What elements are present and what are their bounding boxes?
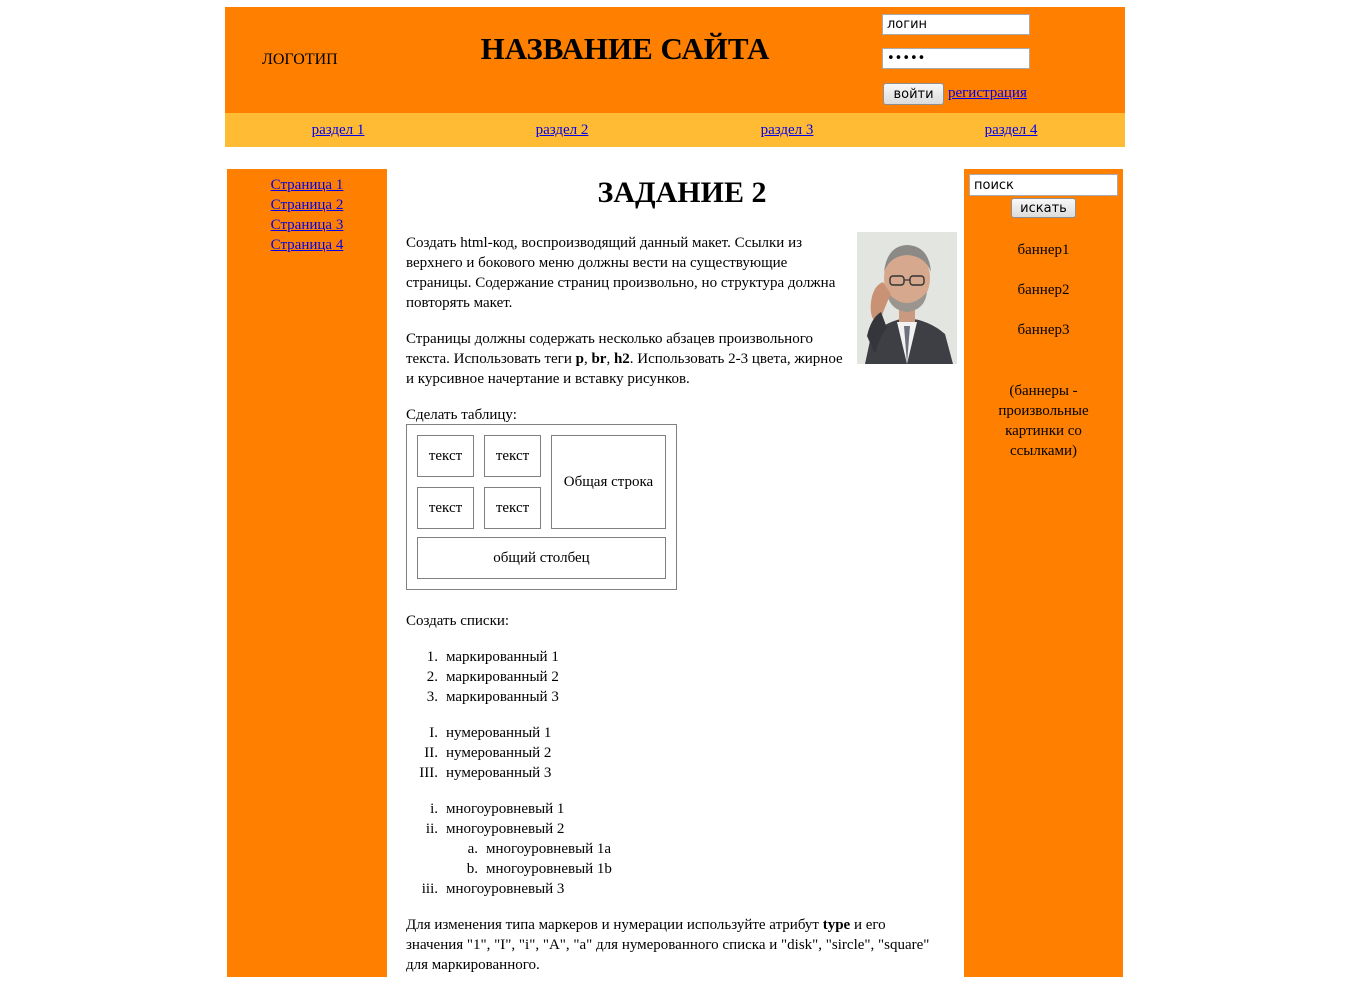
table-merged-row-cell: Общая строка bbox=[551, 435, 666, 529]
page-heading: ЗАДАНИЕ 2 bbox=[597, 176, 767, 209]
side-menu-item: Страница 3 bbox=[227, 217, 387, 237]
lists-intro: Создать списки: bbox=[406, 613, 510, 629]
list-marker: III. bbox=[419, 765, 438, 781]
list-item-text: многоуровневый 1 bbox=[446, 801, 565, 817]
list-types-text-1: Для изменения типа маркеров и нумерации … bbox=[406, 917, 823, 933]
tag-h2: h2 bbox=[613, 351, 630, 367]
nav-link-section-4[interactable]: раздел 4 bbox=[951, 122, 1071, 139]
list-item-text: многоуровневый 1b bbox=[486, 861, 612, 877]
list-item-text: многоуровневый 2 bbox=[446, 821, 565, 837]
table-cell: текст bbox=[484, 435, 541, 477]
list-item-text: маркированный 3 bbox=[446, 689, 559, 705]
search-button[interactable]: искать bbox=[1011, 198, 1076, 218]
type-attribute: type bbox=[822, 917, 851, 933]
tags-paragraph: Страницы должны содержать несколько абза… bbox=[406, 329, 846, 389]
login-input[interactable] bbox=[882, 14, 1030, 35]
list-marker: II. bbox=[424, 745, 438, 761]
table-cell: текст bbox=[484, 487, 541, 529]
portrait-image bbox=[857, 232, 957, 364]
list-item-text: нумерованный 2 bbox=[446, 745, 552, 761]
password-input[interactable] bbox=[882, 48, 1030, 69]
list-marker: i. bbox=[430, 801, 438, 817]
left-sidebar: Страница 1 Страница 2 Страница 3 Страниц… bbox=[227, 169, 387, 977]
nav-link-section-1[interactable]: раздел 1 bbox=[278, 122, 398, 139]
intro-paragraph: Создать html-код, воспроизводящий данный… bbox=[406, 235, 836, 311]
table-cell: текст bbox=[417, 487, 474, 529]
top-nav: раздел 1 раздел 2 раздел 3 раздел 4 bbox=[225, 113, 1125, 147]
list-item-text: нумерованный 3 bbox=[446, 765, 552, 781]
list-marker: 3. bbox=[426, 689, 438, 705]
list-marker: ii. bbox=[425, 821, 438, 837]
site-title-text: НАЗВАНИЕ САЙТА bbox=[480, 31, 770, 66]
main-content: ЗАДАНИЕ 2 Создать html-код, воспроизводя… bbox=[406, 169, 958, 989]
list-marker: 1. bbox=[426, 649, 438, 665]
right-sidebar: искать баннер1 баннер2 баннер3 (баннеры … bbox=[964, 169, 1123, 977]
nav-link-section-3[interactable]: раздел 3 bbox=[727, 122, 847, 139]
side-menu-link-page-1[interactable]: Страница 1 bbox=[271, 177, 344, 193]
banners-note: (баннеры - произвольные картинки со ссыл… bbox=[998, 383, 1089, 459]
side-menu-item: Страница 1 bbox=[227, 177, 387, 197]
tag-p: p bbox=[575, 351, 584, 367]
list-item-text: многоуровневый 3 bbox=[446, 881, 565, 897]
list-item-text: многоуровневый 1а bbox=[486, 841, 612, 857]
side-menu-item: Страница 2 bbox=[227, 197, 387, 217]
search-input[interactable] bbox=[969, 174, 1118, 196]
side-menu-link-page-4[interactable]: Страница 4 bbox=[271, 237, 344, 253]
list-marker: 2. bbox=[426, 669, 438, 685]
list-marker: I. bbox=[429, 725, 438, 741]
banner-2[interactable]: баннер2 bbox=[964, 282, 1123, 299]
list-item-text: маркированный 1 bbox=[446, 649, 559, 665]
login-button[interactable]: войти bbox=[883, 83, 944, 105]
side-menu-link-page-2[interactable]: Страница 2 bbox=[271, 197, 344, 213]
banner-1[interactable]: баннер1 bbox=[964, 242, 1123, 259]
banner-3[interactable]: баннер3 bbox=[964, 322, 1123, 339]
list-item-text: маркированный 2 bbox=[446, 669, 559, 685]
list-marker: iii. bbox=[421, 881, 438, 897]
table-merged-column-cell: общий столбец bbox=[417, 537, 666, 579]
sample-table: текст текст Общая строка текст текст общ… bbox=[406, 424, 677, 590]
side-menu-link-page-3[interactable]: Страница 3 bbox=[271, 217, 344, 233]
list-marker: a. bbox=[467, 841, 478, 857]
site-header: ЛОГОТИП НАЗВАНИЕ САЙТА войти регистрация bbox=[225, 7, 1125, 113]
tags-separator-2: , bbox=[606, 351, 614, 367]
register-link[interactable]: регистрация bbox=[948, 85, 1027, 102]
table-cell: текст bbox=[417, 435, 474, 477]
side-menu-item: Страница 4 bbox=[227, 237, 387, 257]
tag-br: br bbox=[591, 351, 607, 367]
nav-link-section-2[interactable]: раздел 2 bbox=[502, 122, 622, 139]
side-menu: Страница 1 Страница 2 Страница 3 Страниц… bbox=[227, 169, 387, 257]
list-item-text: нумерованный 1 bbox=[446, 725, 552, 741]
list-types-paragraph: Для изменения типа маркеров и нумерации … bbox=[406, 915, 946, 975]
list-marker: b. bbox=[466, 861, 478, 877]
table-intro: Сделать таблицу: bbox=[406, 407, 517, 423]
